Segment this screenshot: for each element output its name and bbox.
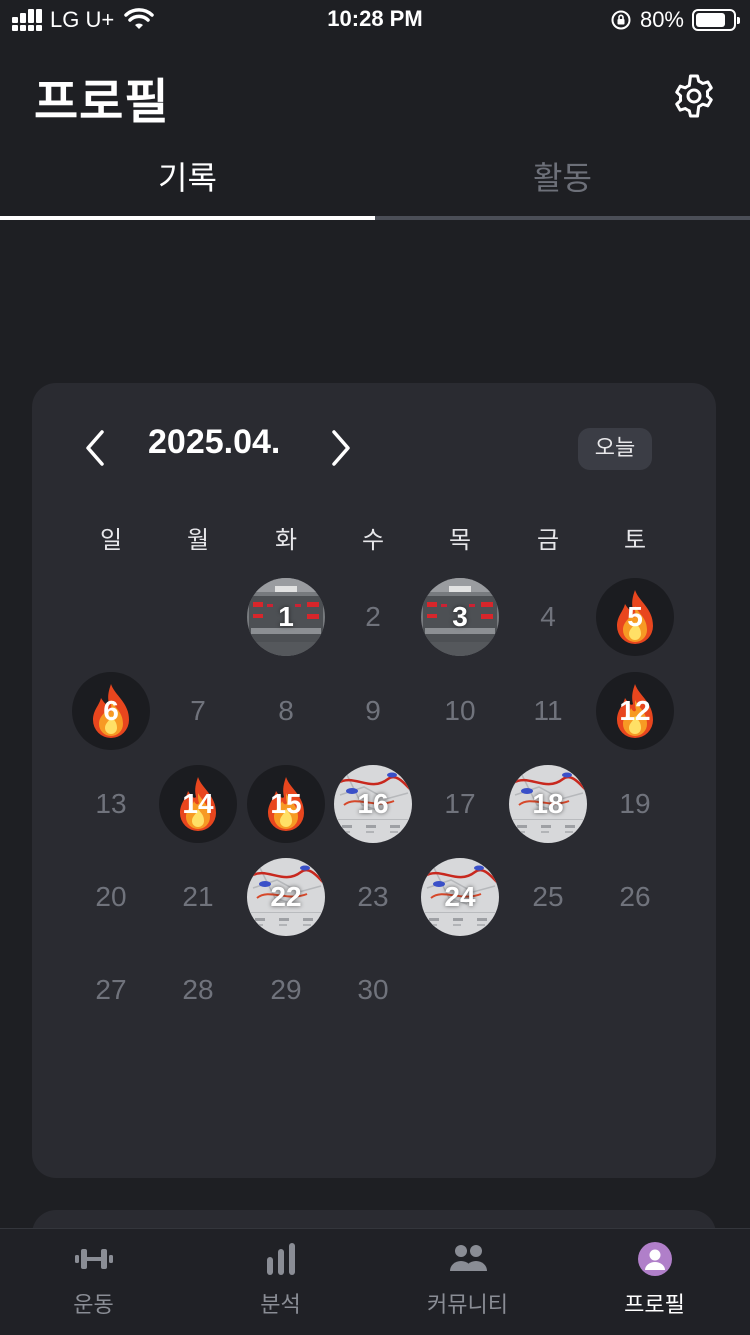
calendar-day[interactable]: 11 (509, 672, 587, 750)
day-number: 17 (444, 788, 476, 819)
calendar-day[interactable]: 8 (247, 672, 325, 750)
calendar-day-workout[interactable]: 5 (596, 578, 674, 656)
day-number: 7 (190, 695, 206, 726)
nav-item-analysis[interactable]: 분석 (187, 1229, 374, 1335)
weekday-label: 월 (186, 526, 210, 554)
day-number: 5 (627, 601, 643, 632)
day-number: 25 (532, 881, 564, 912)
nav-item-workout[interactable]: 운동 (0, 1229, 187, 1335)
day-number: 28 (182, 974, 214, 1005)
day-number: 15 (270, 788, 302, 819)
community-icon (449, 1245, 487, 1271)
calendar-day[interactable]: 17 (421, 765, 499, 843)
day-number: 14 (182, 788, 214, 819)
page-title: 프로필 (34, 74, 170, 130)
bar-chart-icon (266, 1243, 295, 1275)
calendar-day-photo[interactable]: 1 (247, 578, 325, 656)
weekday-label: 목 (448, 526, 472, 554)
day-number: 11 (533, 695, 563, 726)
tab-indicator-active (0, 216, 375, 220)
nav-label-community: 커뮤니티 (427, 1293, 508, 1318)
day-number: 24 (444, 881, 476, 912)
calendar-day-workout[interactable]: 14 (159, 765, 237, 843)
calendar-day-workout[interactable]: 12 (596, 672, 674, 750)
battery-percent: 80% (639, 7, 684, 32)
chevron-left-icon (86, 430, 104, 466)
profile-icon (637, 1242, 672, 1276)
profile-tabs: 기록 활동 (0, 140, 750, 220)
next-month-button[interactable] (324, 428, 354, 468)
calendar-day[interactable]: 27 (72, 951, 150, 1029)
calendar-day-photo[interactable]: 3 (421, 578, 499, 656)
calendar-day-route[interactable]: 18 (509, 765, 587, 843)
gear-icon (675, 74, 713, 118)
day-number: 23 (357, 881, 389, 912)
bottom-navigation: 운동 분석 커뮤니티 프로필 (0, 1228, 750, 1335)
day-number: 18 (532, 788, 564, 819)
day-number: 2 (365, 601, 381, 632)
calendar-day[interactable]: 29 (247, 951, 325, 1029)
day-number: 1 (278, 601, 294, 632)
calendar-day[interactable]: 25 (509, 858, 587, 936)
tab-activity[interactable]: 활동 (375, 140, 750, 216)
day-number: 21 (182, 881, 214, 912)
today-button[interactable]: 오늘 (578, 428, 652, 470)
calendar-day[interactable]: 28 (159, 951, 237, 1029)
calendar-day[interactable]: 13 (72, 765, 150, 843)
nav-label-analysis: 분석 (260, 1293, 301, 1318)
day-number: 27 (95, 974, 127, 1005)
calendar-day[interactable]: 30 (334, 951, 412, 1029)
day-number: 26 (619, 881, 651, 912)
day-number: 8 (278, 695, 294, 726)
nav-item-profile[interactable]: 프로필 (561, 1229, 748, 1335)
day-number: 4 (540, 601, 556, 632)
weekday-label: 금 (536, 526, 560, 554)
weekday-label: 일 (99, 526, 123, 554)
calendar-day[interactable]: 23 (334, 858, 412, 936)
battery-icon (692, 9, 740, 31)
status-bar: LG U+ 10:28 PM 80% (0, 0, 750, 40)
calendar-day-route[interactable]: 24 (421, 858, 499, 936)
month-label: 2025.04. (148, 423, 281, 461)
calendar-day[interactable]: 2 (334, 578, 412, 656)
calendar-day-workout[interactable]: 15 (247, 765, 325, 843)
day-number: 12 (619, 695, 651, 726)
dumbbell-icon (74, 1249, 113, 1269)
day-number: 3 (452, 601, 468, 632)
calendar-day[interactable]: 19 (596, 765, 674, 843)
day-number: 22 (270, 881, 302, 912)
tab-indicator-track (375, 216, 750, 220)
calendar-day[interactable]: 21 (159, 858, 237, 936)
day-number: 9 (365, 695, 381, 726)
chevron-right-icon (332, 430, 350, 466)
day-number: 30 (357, 974, 389, 1005)
calendar-day[interactable]: 4 (509, 578, 587, 656)
previous-month-button[interactable] (82, 428, 112, 468)
calendar-day[interactable]: 26 (596, 858, 674, 936)
day-number: 16 (357, 788, 389, 819)
day-number: 19 (619, 788, 651, 819)
calendar-day[interactable]: 20 (72, 858, 150, 936)
nav-label-workout: 운동 (73, 1293, 114, 1318)
calendar-day[interactable]: 9 (334, 672, 412, 750)
nav-label-profile: 프로필 (624, 1293, 685, 1318)
weekday-label: 토 (623, 526, 647, 554)
nav-item-community[interactable]: 커뮤니티 (374, 1229, 561, 1335)
tab-records[interactable]: 기록 (0, 140, 375, 216)
calendar-day[interactable]: 7 (159, 672, 237, 750)
day-number: 6 (103, 695, 119, 726)
calendar-day-route[interactable]: 22 (247, 858, 325, 936)
weekday-label: 수 (361, 526, 385, 554)
day-number: 10 (444, 695, 476, 726)
calendar-day-route[interactable]: 16 (334, 765, 412, 843)
settings-button[interactable] (670, 72, 718, 120)
calendar-day-workout[interactable]: 6 (72, 672, 150, 750)
calendar-day[interactable]: 10 (421, 672, 499, 750)
day-number: 29 (270, 974, 302, 1005)
weekday-label: 화 (274, 526, 298, 554)
rotation-lock-icon (611, 10, 631, 30)
day-number: 20 (95, 881, 127, 912)
day-number: 13 (95, 788, 127, 819)
